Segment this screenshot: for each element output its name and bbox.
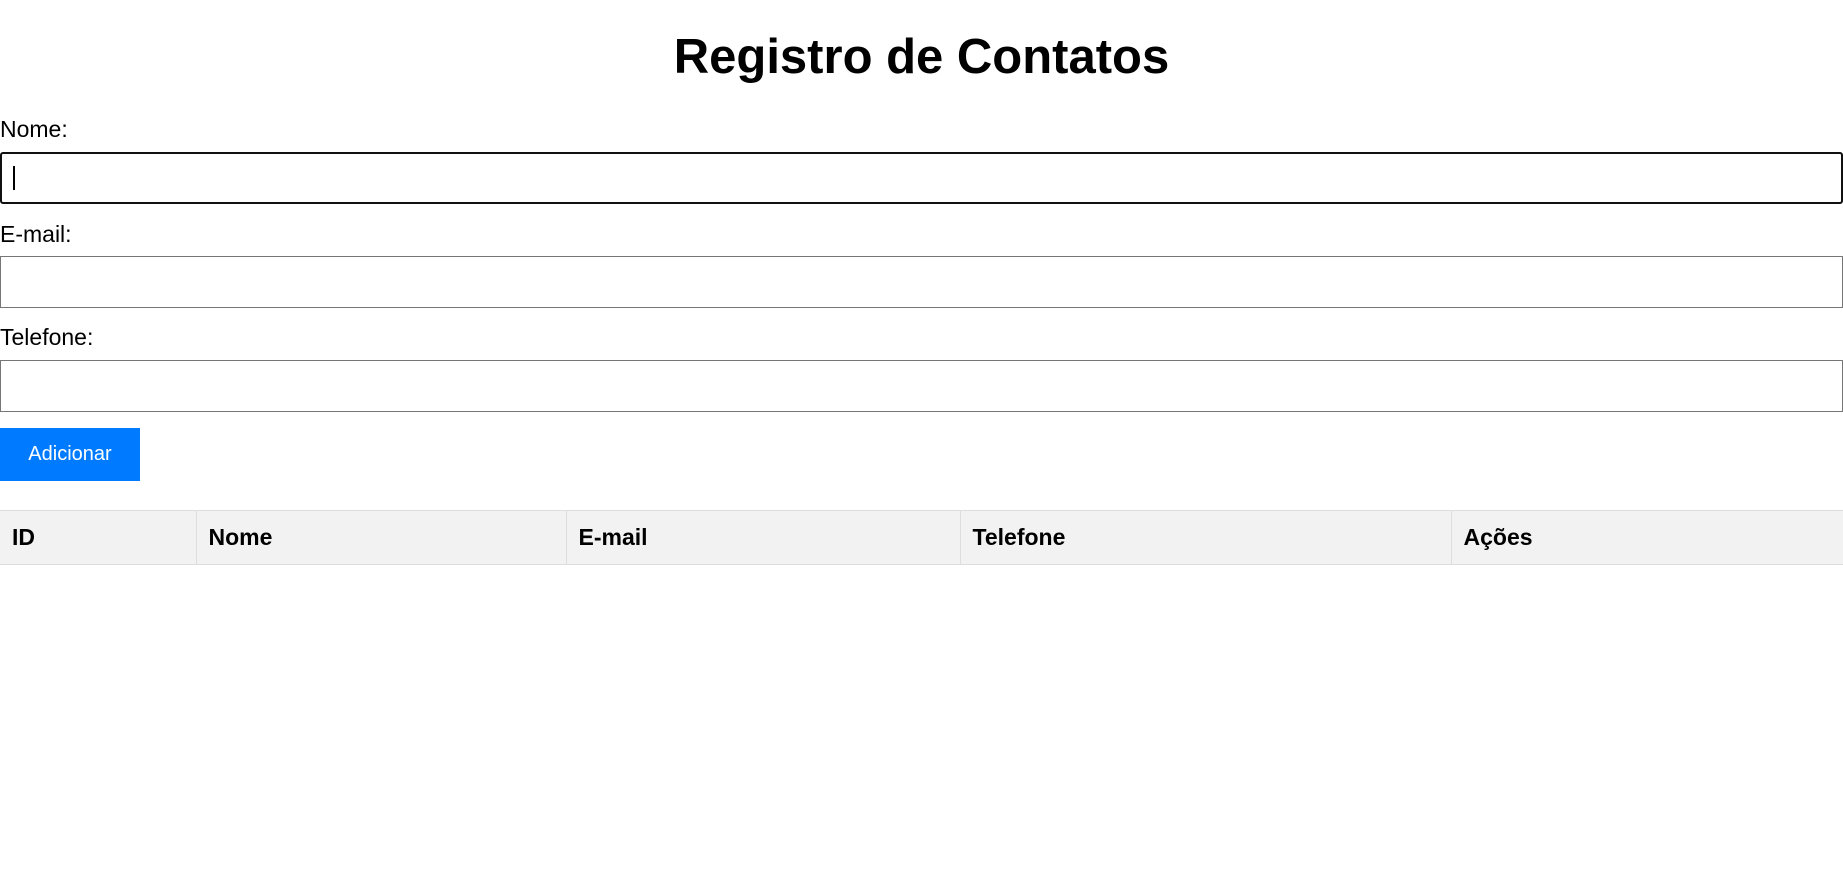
column-header-id: ID: [0, 510, 197, 565]
name-input[interactable]: [0, 152, 1843, 204]
email-input[interactable]: [0, 256, 1843, 308]
page-title: Registro de Contatos: [673, 30, 1170, 84]
add-contact-button[interactable]: Adicionar: [0, 428, 140, 481]
text-caret: [13, 166, 15, 190]
name-label: Nome:: [0, 116, 68, 142]
phone-label: Telefone:: [0, 324, 94, 350]
column-header-phone: Telefone: [959, 510, 1452, 565]
phone-input[interactable]: [0, 360, 1843, 412]
contacts-table: ID Nome E-mail Telefone Ações: [0, 510, 1843, 565]
column-header-email: E-mail: [565, 510, 961, 565]
column-header-name: Nome: [195, 510, 567, 565]
email-label: E-mail:: [0, 221, 72, 247]
table-header-row: ID Nome E-mail Telefone Ações: [0, 510, 1843, 565]
column-header-actions: Ações: [1450, 510, 1843, 565]
contacts-table-header: ID Nome E-mail Telefone Ações: [0, 510, 1843, 565]
contacts-page: Registro de Contatos Nome: E-mail: Telef…: [0, 0, 1843, 891]
